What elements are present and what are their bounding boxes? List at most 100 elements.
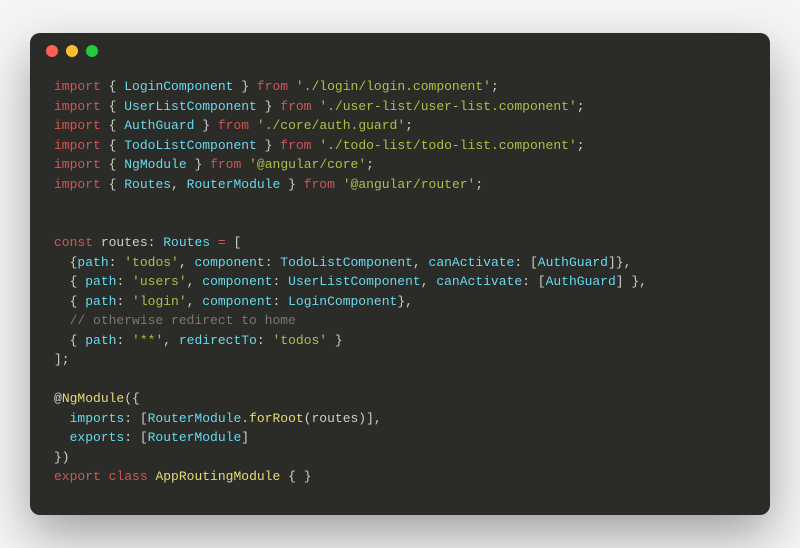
equals: = <box>218 235 226 250</box>
colon: : <box>148 235 164 250</box>
keyword-from: from <box>304 177 335 192</box>
brace: { <box>70 294 86 309</box>
property: path <box>85 294 116 309</box>
decorator-name: NgModule <box>62 391 124 406</box>
paren: ({ <box>124 391 140 406</box>
brace: { <box>109 79 125 94</box>
brace: } <box>194 118 210 133</box>
semicolon: ; <box>475 177 483 192</box>
keyword-import: import <box>54 138 101 153</box>
bracket: [ <box>234 235 242 250</box>
string: '@angular/router' <box>343 177 476 192</box>
colon: : [ <box>124 430 147 445</box>
variable: routes <box>311 411 358 426</box>
type: Routes <box>163 235 210 250</box>
string: '**' <box>132 333 163 348</box>
brace: { <box>70 333 86 348</box>
property: path <box>85 333 116 348</box>
property: exports <box>70 430 125 445</box>
colon: : <box>109 255 125 270</box>
keyword-import: import <box>54 177 101 192</box>
colon: : <box>116 294 132 309</box>
comma: , <box>179 255 195 270</box>
identifier: UserListComponent <box>288 274 421 289</box>
colon: : [ <box>514 255 537 270</box>
colon: : <box>265 255 281 270</box>
colon: : <box>257 333 273 348</box>
paren: }) <box>54 450 70 465</box>
identifier: RouterModule <box>187 177 281 192</box>
minimize-dot-icon[interactable] <box>66 45 78 57</box>
brace: { <box>109 138 125 153</box>
string: './user-list/user-list.component' <box>319 99 576 114</box>
property: redirectTo <box>179 333 257 348</box>
property: path <box>77 255 108 270</box>
brace: { <box>109 118 125 133</box>
string: './todo-list/todo-list.component' <box>319 138 576 153</box>
identifier: NgModule <box>124 157 186 172</box>
identifier: UserListComponent <box>124 99 257 114</box>
brace: { <box>109 99 125 114</box>
identifier: LoginComponent <box>124 79 233 94</box>
identifier: RouterModule <box>148 430 242 445</box>
semicolon: ; <box>491 79 499 94</box>
method: forRoot <box>249 411 304 426</box>
property: component <box>194 255 264 270</box>
code-content: import { LoginComponent } from './login/… <box>30 69 770 515</box>
class-name: AppRoutingModule <box>155 469 280 484</box>
colon: : <box>116 333 132 348</box>
colon: : [ <box>124 411 147 426</box>
identifier: AuthGuard <box>538 255 608 270</box>
property: component <box>202 294 272 309</box>
keyword-from: from <box>210 157 241 172</box>
brace: { } <box>288 469 311 484</box>
brace: }, <box>397 294 413 309</box>
identifier: TodoListComponent <box>280 255 413 270</box>
code-window: import { LoginComponent } from './login/… <box>30 33 770 515</box>
property: component <box>202 274 272 289</box>
colon: : <box>272 274 288 289</box>
semicolon: ; <box>577 138 585 153</box>
string: 'users' <box>132 274 187 289</box>
variable: routes <box>101 235 148 250</box>
semicolon: ; <box>577 99 585 114</box>
string: './login/login.component' <box>296 79 491 94</box>
keyword-import: import <box>54 118 101 133</box>
property: path <box>85 274 116 289</box>
comma: , <box>163 333 179 348</box>
comment: // otherwise redirect to home <box>70 313 296 328</box>
keyword-import: import <box>54 79 101 94</box>
keyword-from: from <box>280 99 311 114</box>
brace: ] }, <box>616 274 647 289</box>
brace: { <box>109 177 125 192</box>
decorator-at: @ <box>54 391 62 406</box>
dot: . <box>241 411 249 426</box>
property: imports <box>70 411 125 426</box>
identifier: Routes <box>124 177 171 192</box>
identifier: AuthGuard <box>546 274 616 289</box>
keyword-const: const <box>54 235 93 250</box>
keyword-import: import <box>54 99 101 114</box>
keyword-import: import <box>54 157 101 172</box>
identifier: AuthGuard <box>124 118 194 133</box>
close-dot-icon[interactable] <box>46 45 58 57</box>
string: 'todos' <box>124 255 179 270</box>
property: canActivate <box>429 255 515 270</box>
brace: } <box>187 157 203 172</box>
comma: , <box>187 274 203 289</box>
window-titlebar <box>30 33 770 69</box>
comma: , <box>421 274 437 289</box>
identifier: RouterModule <box>148 411 242 426</box>
string: 'todos' <box>273 333 328 348</box>
string: '@angular/core' <box>249 157 366 172</box>
paren: )], <box>358 411 381 426</box>
keyword-from: from <box>218 118 249 133</box>
semicolon: ; <box>366 157 374 172</box>
string: 'login' <box>132 294 187 309</box>
brace: } <box>257 99 273 114</box>
brace: { <box>109 157 125 172</box>
bracket: ]; <box>54 352 70 367</box>
keyword-export: export <box>54 469 101 484</box>
maximize-dot-icon[interactable] <box>86 45 98 57</box>
colon: : <box>272 294 288 309</box>
